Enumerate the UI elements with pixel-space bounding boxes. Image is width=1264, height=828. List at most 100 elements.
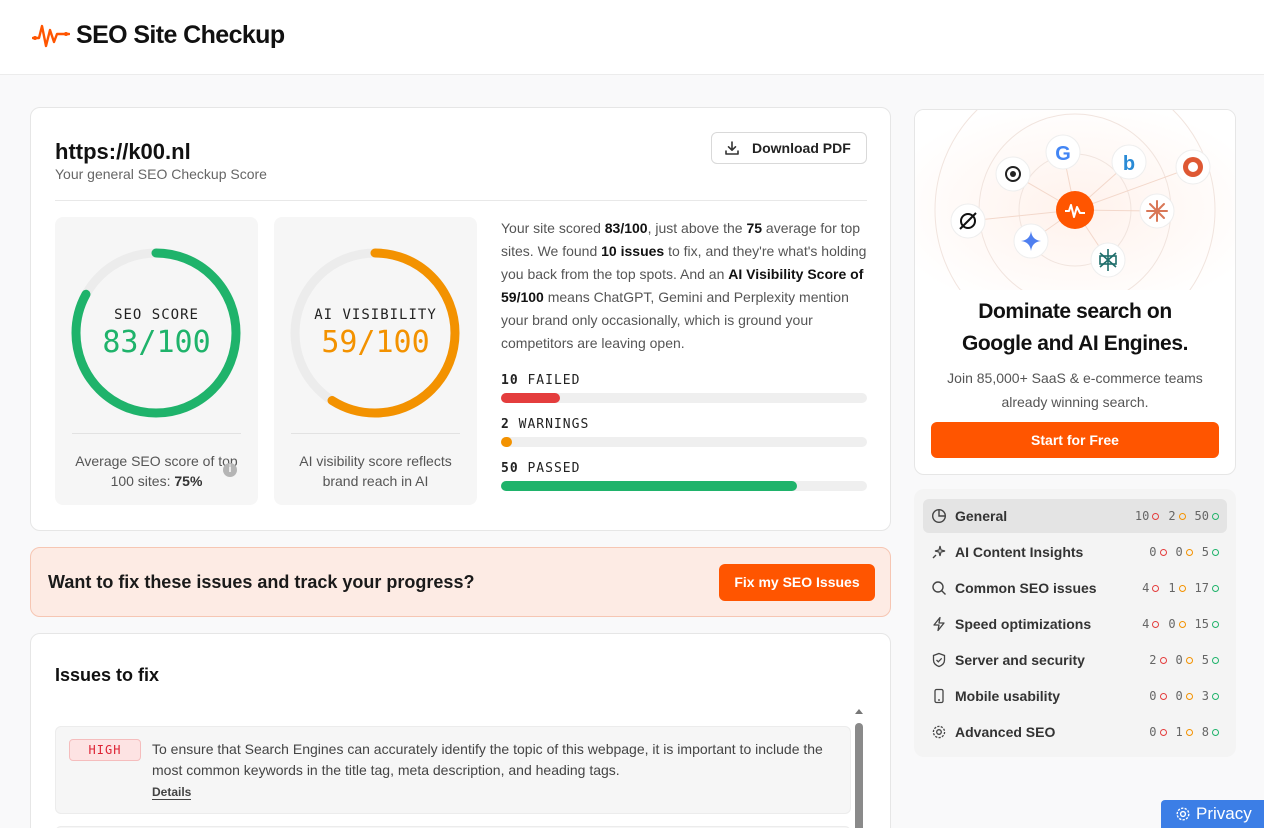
category-general[interactable]: General 10 2 50 [923,499,1227,533]
passed-bar: 50 PASSED [501,461,867,491]
ai-visibility-label: AI VISIBILITY [314,307,437,323]
summary-text: means ChatGPT, Gemini and Perplexity men… [501,289,849,351]
warnings-label: 2 WARNINGS [501,417,590,432]
issue-item: HIGH To ensure that Search Engines can a… [55,726,851,814]
category-counts: 2 0 5 [1140,653,1219,667]
issues-card: Issues to fix HIGH To ensure that Search… [30,633,891,828]
bolt-icon [933,616,945,632]
fix-issues-banner: Want to fix these issues and track your … [30,547,891,617]
divider [291,433,460,434]
seo-average-note-text: Average SEO score of top 100 sites: [75,453,238,489]
divider [55,200,867,201]
score-card: https://k00.nl Your general SEO Checkup … [30,107,891,531]
seo-site-checkup-icon [1056,191,1094,229]
promo-title-line: Dominate search on [978,300,1172,323]
shield-icon [932,652,946,668]
svg-text:G: G [1055,143,1071,165]
download-icon [725,141,739,155]
promo-card: G b Dominate search on Google and AI Eng… [914,109,1236,475]
perplexity-icon [1090,242,1126,278]
score-summary: Your site scored 83/100, just above the … [501,217,871,355]
svg-text:b: b [1123,153,1135,175]
seo-average-note-value: 75% [174,473,203,489]
promo-title: Dominate search on Google and AI Engines… [915,296,1235,360]
sparkles-icon [932,545,946,559]
category-common-seo-issues[interactable]: Common SEO issues 4 1 17 [923,571,1227,605]
grok-icon [950,203,986,239]
category-mobile-usability[interactable]: Mobile usability 0 0 3 [923,679,1227,713]
category-label: Common SEO issues [955,580,1097,596]
seo-score-value: 83/100 [102,325,211,360]
failed-bar: 10 FAILED [501,373,867,403]
info-icon[interactable]: i [223,463,237,477]
download-pdf-button[interactable]: Download PDF [711,132,867,164]
google-icon: G [1045,134,1081,170]
page-title: https://k00.nl [55,139,191,164]
category-nav: General 10 2 50 AI Content Insights 0 0 … [914,489,1236,757]
ai-visibility-value: 59/100 [321,325,430,360]
severity-badge: HIGH [69,739,141,761]
category-counts: 0 0 5 [1140,545,1219,559]
passed-track [501,481,867,491]
claude-icon [1139,193,1175,229]
summary-strong: 83/100 [604,220,648,236]
gear-icon [1176,807,1190,821]
category-counts: 4 1 17 [1133,581,1219,595]
site-logo[interactable]: SEO Site Checkup [32,20,285,50]
category-counts: 4 0 15 [1133,617,1219,631]
duckduckgo-icon [1175,149,1211,185]
ai-visibility-note: AI visibility score reflects brand reach… [299,453,452,489]
category-label: General [955,508,1008,524]
category-speed-optimizations[interactable]: Speed optimizations 4 0 15 [923,607,1227,641]
bing-icon: b [1111,144,1147,180]
pie-chart-icon [931,508,947,524]
seo-score-label: SEO SCORE [114,307,199,323]
gemini-icon [1013,223,1049,259]
category-server-and-security[interactable]: Server and security 2 0 5 [923,643,1227,677]
start-for-free-button[interactable]: Start for Free [931,422,1219,458]
category-label: Mobile usability [955,688,1061,704]
issue-text: To ensure that Search Engines can accura… [152,741,823,778]
issues-scrollbar[interactable] [854,709,864,828]
scroll-up-icon[interactable] [855,709,863,714]
passed-label: 50 PASSED [501,461,581,476]
top-bar: SEO Site Checkup [0,0,1264,75]
privacy-button[interactable]: Privacy [1161,800,1264,828]
summary-strong: 75 [746,220,763,236]
seo-average-note: Average SEO score of top 100 sites: 75% [65,451,248,491]
category-label: AI Content Insights [955,544,1084,560]
chatgpt-icon [995,156,1031,192]
scroll-thumb[interactable] [855,723,863,828]
fix-seo-issues-button[interactable]: Fix my SEO Issues [719,564,875,601]
category-counts: 0 1 8 [1140,725,1219,739]
category-label: Advanced SEO [955,724,1056,740]
page-subtitle: Your general SEO Checkup Score [55,166,267,182]
category-counts: 0 0 3 [1140,689,1219,703]
passed-fill [501,481,798,491]
seo-score-gauge: SEO SCORE 83/100 Average SEO score of to… [55,217,258,505]
failed-fill [501,393,560,403]
category-ai-content-insights[interactable]: AI Content Insights 0 0 5 [923,535,1227,569]
mobile-icon [934,688,944,704]
promo-subtitle: Join 85,000+ SaaS & e-commerce teams alr… [947,370,1203,410]
search-icon [932,581,946,595]
warnings-bar: 2 WARNINGS [501,417,867,447]
failed-track [501,393,867,403]
brand-name: SEO Site Checkup [76,20,285,49]
details-link[interactable]: Details [152,785,192,800]
summary-text: , just above the [647,220,747,236]
category-label: Server and security [955,652,1085,668]
issues-title: Issues to fix [55,665,160,685]
privacy-label: Privacy [1196,804,1252,823]
category-advanced-seo[interactable]: Advanced SEO 0 1 8 [923,715,1227,749]
summary-strong: 10 issues [601,243,665,259]
divider [72,433,241,434]
pulse-logo-icon [32,24,70,48]
promo-title-line: Google and AI Engines. [961,332,1189,355]
category-label: Speed optimizations [955,616,1092,632]
ai-visibility-gauge: AI VISIBILITY 59/100 AI visibility score… [274,217,477,505]
warnings-track [501,437,867,447]
summary-text: Your site scored [501,220,605,236]
category-counts: 10 2 50 [1126,509,1219,523]
ai-engines-illustration: G b [915,110,1235,290]
